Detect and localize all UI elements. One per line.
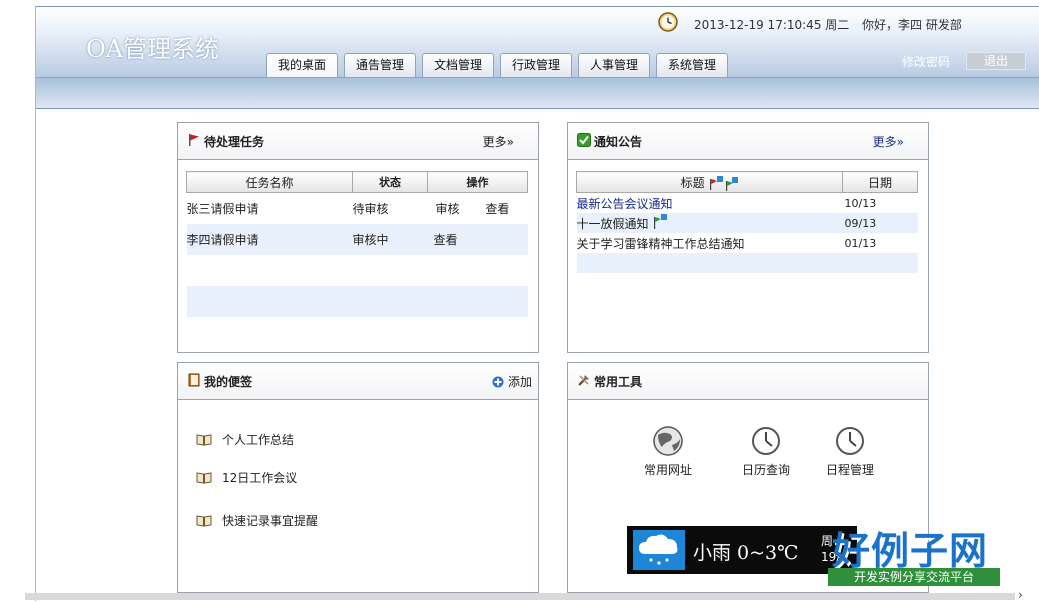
tab-hr-management[interactable]: 人事管理 <box>578 53 650 77</box>
task-actions: 查看 <box>427 224 528 255</box>
panel-title: 通知公告 <box>594 135 643 149</box>
tool-label: 常用网址 <box>644 463 693 477</box>
column-header-status: 状态 <box>352 171 428 193</box>
tab-admin-management[interactable]: 行政管理 <box>500 53 572 77</box>
app-logo: OA管理系统 <box>86 35 220 63</box>
globe-icon <box>653 426 683 456</box>
tab-my-desktop[interactable]: 我的桌面 <box>266 53 338 77</box>
watermark-subtitle: 开发实例分享交流平台 <box>828 568 1000 586</box>
tasks-more-link[interactable]: 更多» <box>483 133 514 150</box>
rain-cloud-icon <box>633 530 685 570</box>
view-link[interactable]: 查看 <box>485 202 509 216</box>
green-check-icon <box>577 133 591 147</box>
notices-more-link[interactable]: 更多» <box>873 133 904 150</box>
weather-temperature: 小雨 0~3℃ <box>693 542 799 564</box>
book-icon <box>196 434 212 446</box>
table-row-empty <box>186 286 528 317</box>
table-row: 最新公告会议通知 10/13 <box>577 193 918 214</box>
task-status: 审核中 <box>352 224 428 255</box>
tool-label: 日历查询 <box>742 463 791 477</box>
panel-header: 通知公告 更多» <box>568 123 928 160</box>
notice-title-link[interactable]: 关于学习雷锋精神工作总结通知 <box>577 237 745 251</box>
book-icon <box>196 515 212 527</box>
horizontal-scrollbar[interactable] <box>25 593 1015 600</box>
notice-date: 10/13 <box>844 196 877 210</box>
tool-label: 日程管理 <box>826 463 875 477</box>
tools-icon <box>578 375 589 386</box>
app-header: OA管理系统 2013-12-19 17:10:45 周二 你好，李四 研发部 … <box>36 7 1039 77</box>
tool-common-urls[interactable]: 常用网址 <box>644 425 692 478</box>
table-row-empty <box>576 253 918 273</box>
table-row-empty <box>187 255 528 286</box>
memo-item[interactable]: 快速记录事宜提醒 <box>196 512 318 529</box>
current-datetime: 2013-12-19 17:10:45 周二 <box>694 18 850 32</box>
notice-flag-icons <box>710 175 739 191</box>
notebook-icon <box>188 373 200 387</box>
memos-panel: 我的便签 添加 个人工作总结 12日工作会议 快速记录事宜提醒 <box>177 362 539 593</box>
clock-icon <box>658 12 678 32</box>
table-header-row: 标题 日期 <box>576 171 918 193</box>
task-actions: 审核 查看 <box>428 193 528 225</box>
table-row: 张三请假申请 待审核 审核 查看 <box>187 193 528 225</box>
panel-header: 待处理任务 更多» <box>178 123 538 160</box>
red-flag-icon <box>189 134 199 146</box>
add-memo-button[interactable]: 添加 <box>492 373 532 390</box>
tab-system-management[interactable]: 系统管理 <box>656 53 728 77</box>
notice-date: 01/13 <box>844 236 877 250</box>
tasks-table: 任务名称 状态 操作 张三请假申请 待审核 审核 查看 李四请假申请 审核中 查… <box>186 171 528 317</box>
change-password-link[interactable]: 修改密码 <box>902 53 950 70</box>
column-header-title-label: 标题 <box>680 175 705 190</box>
notices-panel: 通知公告 更多» 标题 日期 最新公告会议通知 10/13 十一放假通知 09/… <box>567 122 929 353</box>
memo-item[interactable]: 个人工作总结 <box>196 431 294 448</box>
logout-button[interactable]: 退出 <box>966 52 1026 70</box>
table-row: 十一放假通知 09/13 <box>576 213 918 233</box>
panel-header: 常用工具 <box>568 363 928 400</box>
book-icon <box>196 472 212 484</box>
column-header-task-name: 任务名称 <box>186 171 353 193</box>
table-row: 李四请假申请 审核中 查看 <box>186 224 528 255</box>
sub-toolbar <box>36 77 1039 109</box>
clock-outline-icon <box>836 427 864 455</box>
green-flag-icon <box>654 214 668 229</box>
weather-widget: 小雨 0~3℃ 周 19/ <box>627 526 857 574</box>
notice-title-link[interactable]: 十一放假通知 <box>577 217 649 231</box>
notice-title-link[interactable]: 最新公告会议通知 <box>577 197 673 211</box>
table-header-row: 任务名称 状态 操作 <box>186 171 528 193</box>
memo-item[interactable]: 12日工作会议 <box>196 469 297 486</box>
memo-text: 快速记录事宜提醒 <box>222 514 319 528</box>
panel-header: 我的便签 添加 <box>178 363 538 400</box>
site-watermark-logo: 好例子网 开发实例分享交流平台 <box>826 520 1002 592</box>
tool-schedule-management[interactable]: 日程管理 <box>826 425 874 478</box>
column-header-date: 日期 <box>842 171 918 193</box>
task-status: 待审核 <box>352 202 389 216</box>
review-link[interactable]: 审核 <box>436 202 460 216</box>
user-greeting: 你好，李四 研发部 <box>862 18 962 32</box>
add-icon <box>492 376 504 388</box>
memo-text: 个人工作总结 <box>222 433 295 447</box>
memo-text: 12日工作会议 <box>222 471 298 485</box>
tab-document-management[interactable]: 文档管理 <box>422 53 494 77</box>
task-name: 李四请假申请 <box>186 224 353 255</box>
panel-title: 我的便签 <box>204 375 253 389</box>
tool-calendar-query[interactable]: 日历查询 <box>742 425 790 478</box>
column-header-actions: 操作 <box>427 171 528 193</box>
clock-outline-icon <box>752 427 780 455</box>
panel-title: 待处理任务 <box>204 135 265 149</box>
panel-title: 常用工具 <box>594 375 643 389</box>
add-memo-label: 添加 <box>507 375 532 389</box>
view-link[interactable]: 查看 <box>434 233 458 247</box>
column-header-title: 标题 <box>576 171 843 193</box>
notice-date: 09/13 <box>842 213 918 233</box>
notices-table: 标题 日期 最新公告会议通知 10/13 十一放假通知 09/13 关于学习雷锋… <box>576 171 918 273</box>
watermark-title: 好例子网 <box>832 529 989 573</box>
pending-tasks-panel: 待处理任务 更多» 任务名称 状态 操作 张三请假申请 待审核 审核 查看 李四… <box>177 122 539 353</box>
task-name: 张三请假申请 <box>186 202 259 216</box>
table-row: 关于学习雷锋精神工作总结通知 01/13 <box>577 233 918 253</box>
tab-notice-management[interactable]: 通告管理 <box>344 53 416 77</box>
